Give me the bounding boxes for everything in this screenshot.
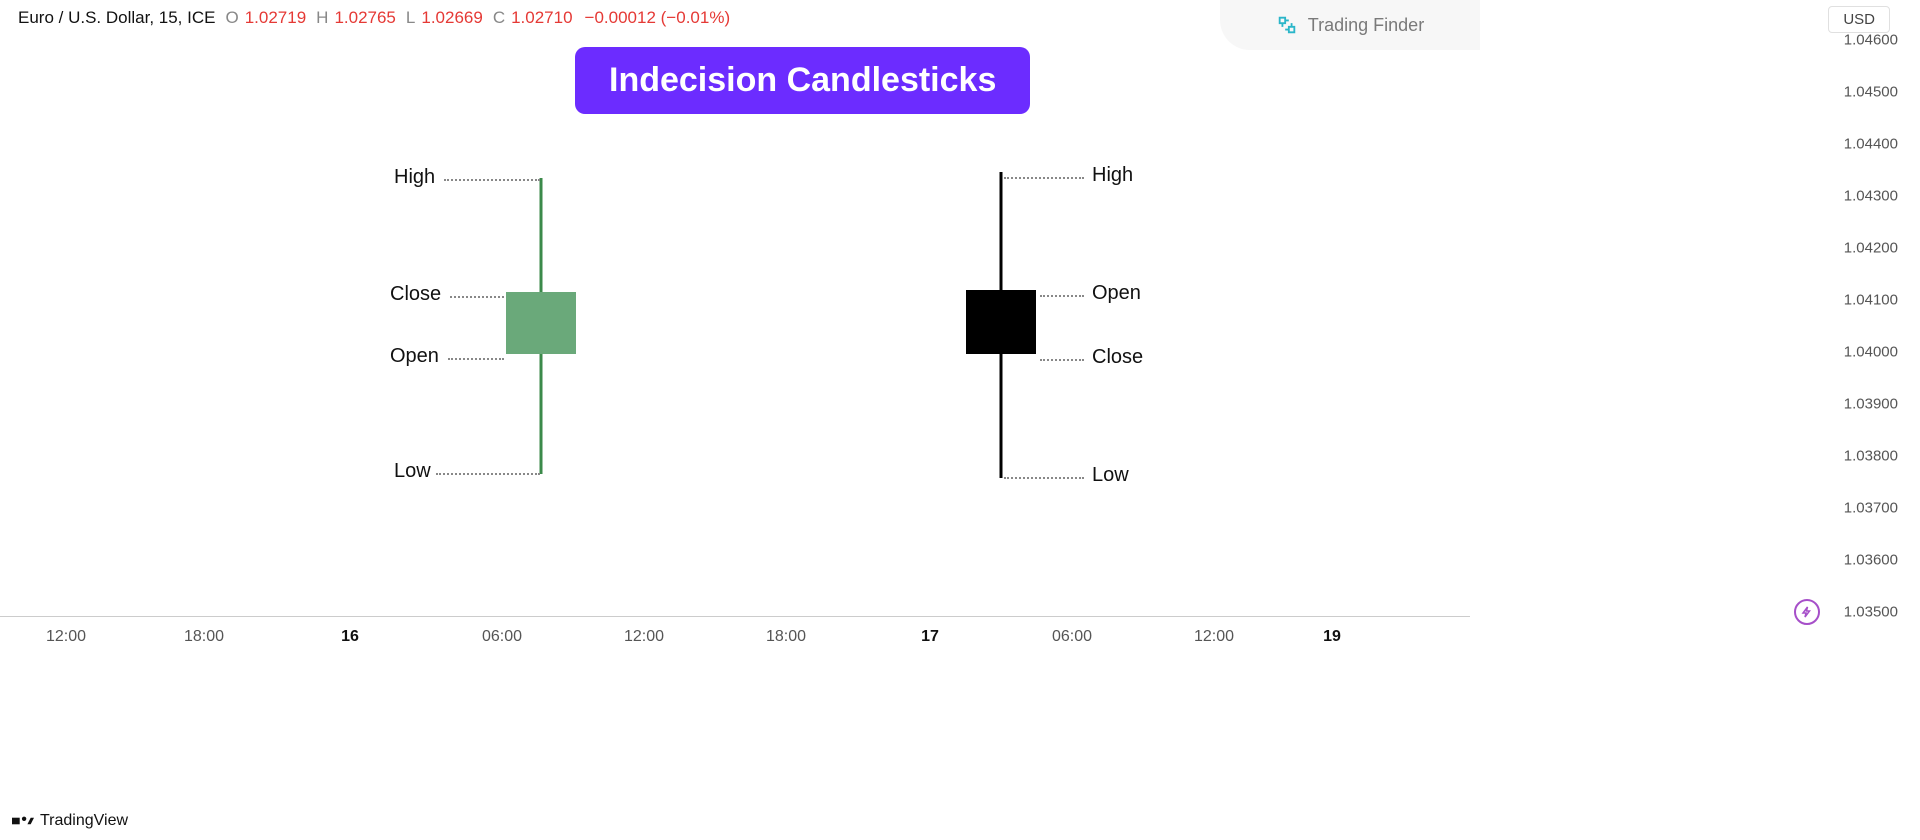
y-tick: 1.04600 (1844, 32, 1898, 49)
x-tick: 12:00 (1194, 628, 1234, 646)
open-label: O (225, 8, 238, 28)
symbol-name: Euro / U.S. Dollar, 15, ICE (18, 8, 215, 28)
candle-body (506, 292, 576, 354)
y-tick: 1.04100 (1844, 292, 1898, 309)
y-tick: 1.03900 (1844, 396, 1898, 413)
leader-line (436, 473, 540, 475)
tradingview-logo: TradingView (12, 812, 128, 830)
leader-line (1040, 295, 1084, 297)
x-tick: 06:00 (1052, 628, 1092, 646)
leader-line (1004, 177, 1084, 179)
leader-line (1004, 477, 1084, 479)
high-label: High (1092, 164, 1133, 187)
bearish-candle (966, 172, 1036, 478)
y-tick: 1.04500 (1844, 84, 1898, 101)
y-tick: 1.03800 (1844, 448, 1898, 465)
x-axis: 12:00 18:00 16 06:00 12:00 18:00 17 06:0… (0, 628, 1470, 658)
high-value: 1.02765 (334, 8, 395, 28)
open-label: Open (1092, 282, 1141, 305)
open-label: Open (390, 345, 439, 368)
y-tick: 1.03700 (1844, 500, 1898, 517)
high-label: High (394, 166, 435, 189)
close-value: 1.02710 (511, 8, 572, 28)
close-label: Close (390, 283, 441, 306)
open-value: 1.02719 (245, 8, 306, 28)
change-value: −0.00012 (−0.01%) (585, 8, 731, 28)
leader-line (450, 296, 504, 298)
brand-text: Trading Finder (1308, 15, 1424, 36)
low-label: Low (394, 460, 431, 483)
x-tick: 17 (921, 628, 939, 646)
y-tick: 1.04300 (1844, 188, 1898, 205)
tv-text: TradingView (40, 812, 128, 830)
x-tick: 12:00 (46, 628, 86, 646)
leader-line (1040, 359, 1084, 361)
brand-icon (1276, 14, 1298, 36)
y-tick: 1.04400 (1844, 136, 1898, 153)
chart-title-banner: Indecision Candlesticks (575, 47, 1030, 114)
low-label: Low (1092, 464, 1129, 487)
y-tick: 1.04000 (1844, 344, 1898, 361)
symbol-ohlc-bar: Euro / U.S. Dollar, 15, ICE O 1.02719 H 1.… (18, 8, 730, 28)
candle-body (966, 290, 1036, 354)
low-label: L (406, 8, 415, 28)
axis-separator (0, 616, 1470, 617)
x-tick: 06:00 (482, 628, 522, 646)
x-tick: 18:00 (766, 628, 806, 646)
y-tick: 1.03600 (1844, 552, 1898, 569)
x-tick: 16 (341, 628, 359, 646)
leader-line (448, 358, 504, 360)
x-tick: 12:00 (624, 628, 664, 646)
leader-line (444, 179, 540, 181)
low-value: 1.02669 (421, 8, 482, 28)
y-axis: 1.04600 1.04500 1.04400 1.04300 1.04200 … (1830, 0, 1920, 615)
y-tick: 1.03500 (1844, 604, 1898, 621)
bullish-candle (506, 178, 576, 474)
close-label: Close (1092, 346, 1143, 369)
brand-tab: Trading Finder (1220, 0, 1480, 50)
close-label: C (493, 8, 505, 28)
tv-icon (12, 814, 34, 828)
x-tick: 18:00 (184, 628, 224, 646)
y-tick: 1.04200 (1844, 240, 1898, 257)
high-label: H (316, 8, 328, 28)
flash-icon[interactable] (1794, 599, 1820, 625)
x-tick: 19 (1323, 628, 1341, 646)
